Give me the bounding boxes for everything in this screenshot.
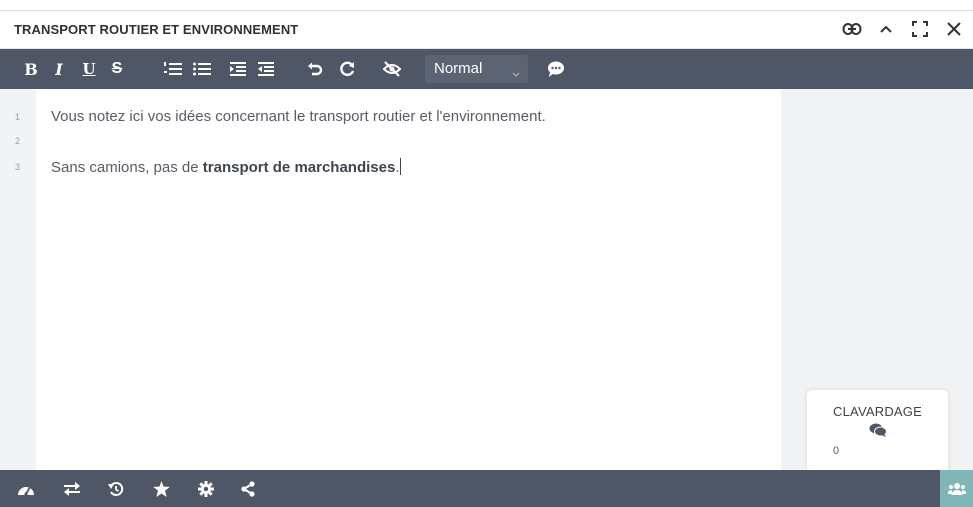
top-divider	[0, 0, 973, 11]
strikethrough-button[interactable]: S	[107, 59, 127, 79]
text-editor[interactable]: 1 2 3 Vous notez ici vos idées concernan…	[0, 89, 781, 470]
italic-button[interactable]: I	[49, 59, 69, 79]
comments-icon	[869, 423, 887, 442]
redo-icon[interactable]	[338, 59, 358, 79]
bottom-toolbar	[0, 470, 973, 507]
chevron-down-icon	[512, 65, 520, 82]
title-bar: TRANSPORT ROUTIER ET ENVIRONNEMENT	[0, 12, 973, 49]
bold-button[interactable]: B	[21, 59, 41, 79]
line-number: 1	[15, 112, 21, 122]
editor-text: Sans camions, pas de	[51, 159, 203, 176]
fullscreen-icon[interactable]	[909, 18, 931, 40]
indent-button[interactable]	[228, 59, 248, 79]
comment-icon[interactable]	[546, 59, 566, 79]
style-select-value: Normal	[434, 60, 483, 77]
outdent-button[interactable]	[256, 59, 276, 79]
underline-button[interactable]: U	[79, 59, 99, 79]
text-cursor	[399, 158, 401, 175]
history-icon[interactable]	[106, 479, 126, 499]
users-button[interactable]	[940, 470, 973, 507]
gear-icon[interactable]	[196, 479, 216, 499]
document-title: TRANSPORT ROUTIER ET ENVIRONNEMENT	[14, 22, 299, 37]
chevron-up-icon[interactable]	[875, 18, 897, 40]
chat-panel[interactable]: CLAVARDAGE 0	[806, 389, 949, 470]
exchange-icon[interactable]	[62, 479, 82, 499]
line-number-gutter: 1 2 3	[0, 89, 36, 470]
formatting-toolbar: B I U S Normal	[0, 49, 973, 89]
users-icon	[947, 482, 966, 495]
link-icon[interactable]	[841, 18, 863, 40]
chat-count: 0	[833, 445, 840, 457]
close-icon[interactable]	[943, 18, 965, 40]
line-number: 3	[15, 162, 21, 172]
ordered-list-button[interactable]	[163, 59, 183, 79]
chat-title: CLAVARDAGE	[833, 404, 922, 419]
eye-slash-icon[interactable]	[382, 59, 402, 79]
bullet-list-button[interactable]	[192, 59, 212, 79]
dashboard-icon[interactable]	[16, 479, 36, 499]
line-number: 2	[15, 136, 21, 146]
share-icon[interactable]	[238, 479, 258, 499]
undo-icon[interactable]	[305, 59, 325, 79]
editor-line-1[interactable]: Vous notez ici vos idées concernant le t…	[51, 108, 546, 125]
editor-line-3[interactable]: Sans camions, pas de transport de marcha…	[51, 158, 401, 176]
editor-bold-text: transport de marchandises	[202, 159, 396, 176]
star-icon[interactable]	[151, 479, 171, 499]
paragraph-style-select[interactable]: Normal	[425, 55, 528, 83]
window-actions	[841, 18, 965, 40]
